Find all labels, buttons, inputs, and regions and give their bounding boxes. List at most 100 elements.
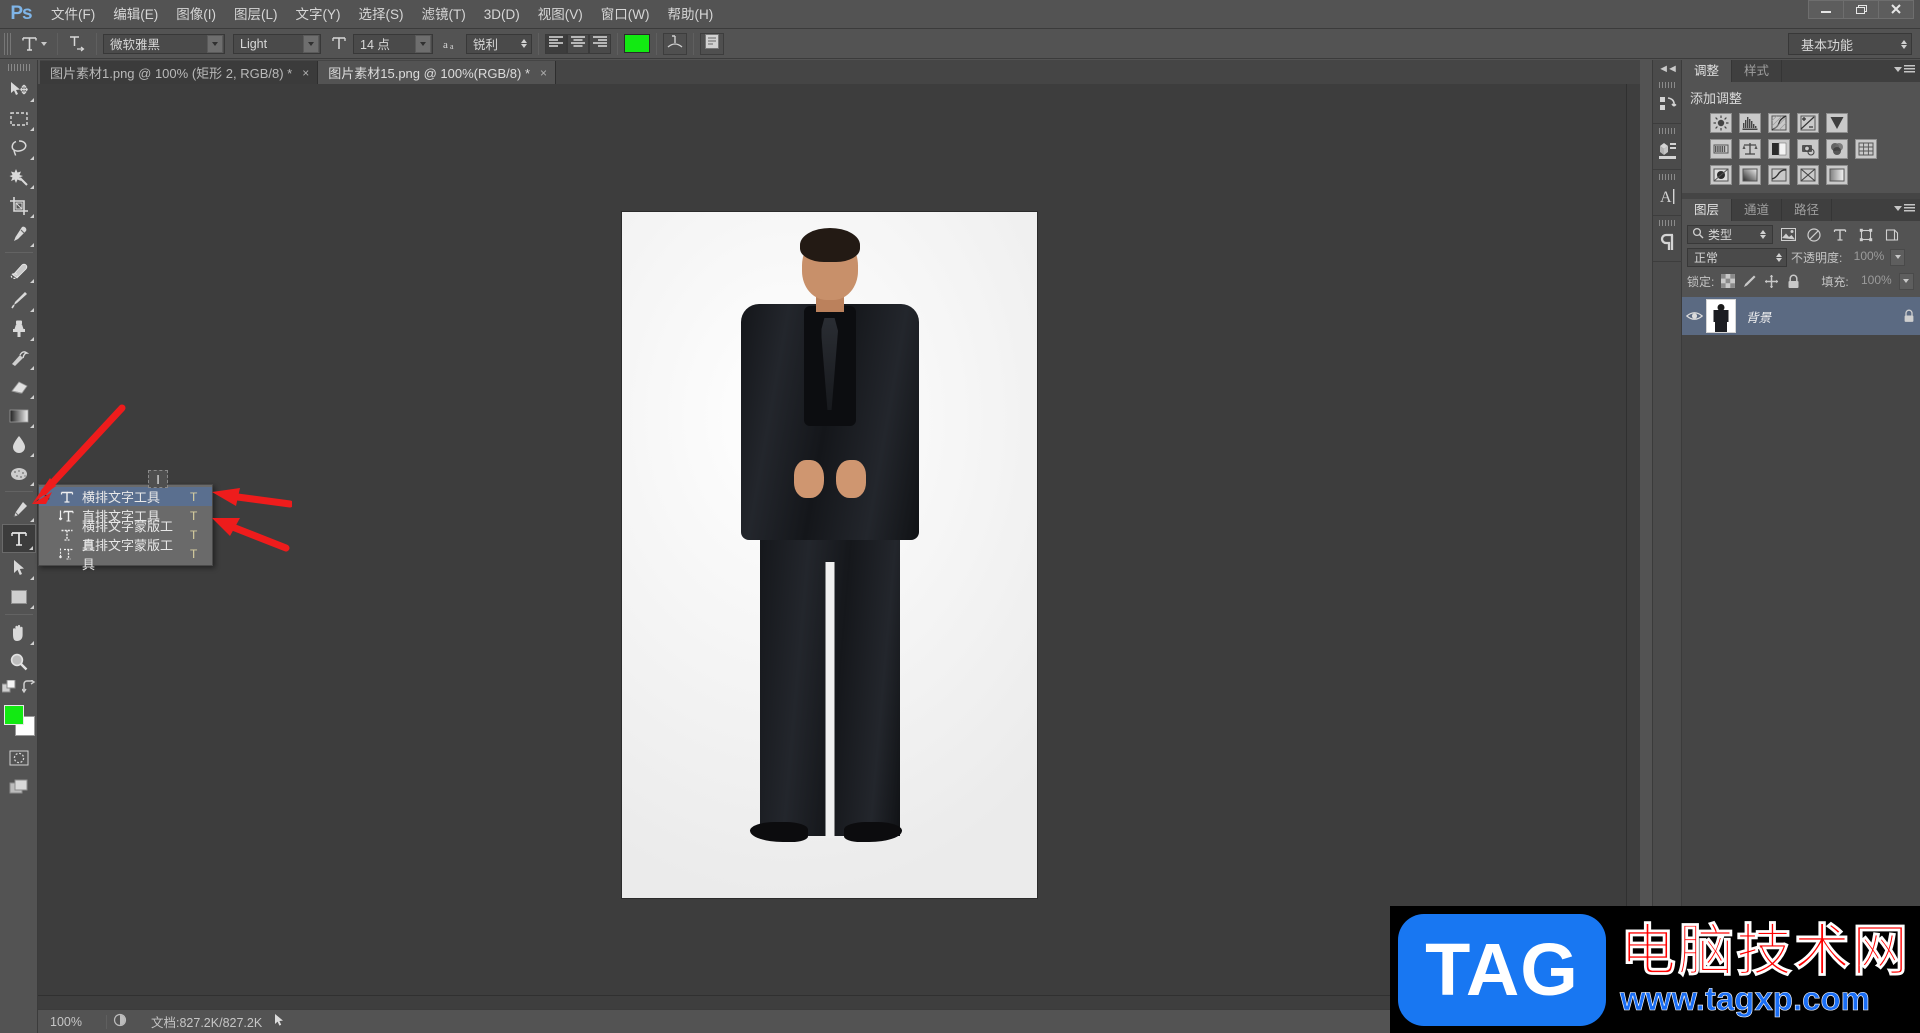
filter-shape-icon[interactable] <box>1855 225 1877 244</box>
screen-mode-button[interactable] <box>2 772 36 801</box>
collapse-to-icons-icon[interactable]: ◄◄ <box>1653 60 1681 78</box>
current-tool-preset[interactable] <box>17 34 51 54</box>
brush-tool[interactable] <box>2 285 36 314</box>
filter-smart-object-icon[interactable] <box>1881 225 1903 244</box>
layer-row-background[interactable]: 背景 <box>1682 297 1920 335</box>
tab-channels[interactable]: 通道 <box>1732 199 1783 221</box>
flyout-item-vertical-type-mask-tool[interactable]: 直排文字蒙版工具 T <box>39 538 212 572</box>
photo-filter-icon[interactable] <box>1797 139 1819 159</box>
anti-alias-stepper-icon[interactable] <box>521 39 527 48</box>
toggle-text-orientation-button[interactable] <box>64 34 90 54</box>
invert-icon[interactable] <box>1710 165 1732 185</box>
flyout-indicator-icon[interactable] <box>29 576 34 580</box>
dock-grip[interactable] <box>1659 174 1677 180</box>
lock-transparent-pixels-icon[interactable] <box>1719 273 1736 290</box>
layer-filter-type-select[interactable]: 类型 <box>1687 225 1773 244</box>
swap-colors-icon[interactable] <box>20 679 36 699</box>
menu-select[interactable]: 选择(S) <box>350 0 413 29</box>
font-style-select[interactable]: Light <box>233 33 321 54</box>
levels-icon[interactable] <box>1739 113 1761 133</box>
layer-visibility-toggle[interactable] <box>1682 310 1706 322</box>
options-bar-grip[interactable] <box>4 32 13 55</box>
align-right-button[interactable] <box>589 33 611 54</box>
dock-grip[interactable] <box>1659 220 1677 226</box>
close-icon[interactable] <box>1878 0 1914 19</box>
blur-tool[interactable] <box>2 430 36 459</box>
menu-edit[interactable]: 编辑(E) <box>104 0 167 29</box>
flyout-indicator-icon[interactable] <box>29 424 34 428</box>
dock-item-paragraph[interactable] <box>1653 216 1683 262</box>
layer-filter-stepper-icon[interactable] <box>1760 230 1766 239</box>
type-tool-flyout-menu[interactable]: ■ 横排文字工具 T 直排文字工具 T 横排文字蒙版工具 T 直排文字蒙版工具 … <box>38 484 213 572</box>
menu-layer[interactable]: 图层(L) <box>225 0 287 29</box>
text-color-swatch[interactable] <box>624 34 650 53</box>
document-canvas[interactable] <box>622 212 1037 898</box>
filter-pixel-icon[interactable] <box>1777 225 1799 244</box>
flyout-indicator-icon[interactable] <box>29 308 34 312</box>
lock-position-icon[interactable] <box>1763 273 1780 290</box>
align-center-button[interactable] <box>567 33 589 54</box>
exposure-icon[interactable] <box>1797 113 1819 133</box>
tab-paths[interactable]: 路径 <box>1782 199 1833 221</box>
eyedropper-tool[interactable] <box>2 220 36 249</box>
pen-tool[interactable] <box>2 495 36 524</box>
align-left-button[interactable] <box>545 33 567 54</box>
gradient-map-icon[interactable] <box>1797 165 1819 185</box>
lasso-tool[interactable] <box>2 133 36 162</box>
flyout-indicator-icon[interactable] <box>29 453 34 457</box>
dock-grip[interactable] <box>1659 128 1677 134</box>
menu-help[interactable]: 帮助(H) <box>658 0 722 29</box>
menu-3d[interactable]: 3D(D) <box>475 0 529 29</box>
menu-file[interactable]: 文件(F) <box>42 0 104 29</box>
tab-styles[interactable]: 样式 <box>1732 60 1783 82</box>
opacity-dropdown-icon[interactable] <box>1890 248 1906 266</box>
flyout-indicator-icon[interactable] <box>29 243 34 247</box>
dock-item-history[interactable] <box>1653 78 1683 124</box>
flyout-indicator-icon[interactable] <box>29 395 34 399</box>
flyout-indicator-icon[interactable] <box>29 518 34 522</box>
font-family-select[interactable]: 微软雅黑 <box>103 33 225 54</box>
font-size-dropdown-icon[interactable] <box>415 34 431 53</box>
flyout-indicator-icon[interactable] <box>29 214 34 218</box>
rectangular-marquee-tool[interactable] <box>2 104 36 133</box>
hand-tool[interactable] <box>2 618 36 647</box>
menu-view[interactable]: 视图(V) <box>529 0 592 29</box>
gradient-tool[interactable] <box>2 401 36 430</box>
font-family-dropdown-icon[interactable] <box>207 34 223 53</box>
menu-image[interactable]: 图像(I) <box>167 0 225 29</box>
default-colors-icon[interactable] <box>1 679 16 699</box>
dodge-tool[interactable] <box>2 459 36 488</box>
black-white-icon[interactable] <box>1768 139 1790 159</box>
layer-name[interactable]: 背景 <box>1736 307 1898 326</box>
filter-adjustment-icon[interactable] <box>1803 225 1825 244</box>
spot-healing-brush-tool[interactable] <box>2 256 36 285</box>
color-lookup-icon[interactable] <box>1855 139 1877 159</box>
flyout-indicator-icon[interactable] <box>29 98 34 102</box>
canvas-horizontal-scrollbar[interactable] <box>38 995 1626 1009</box>
flyout-indicator-icon[interactable] <box>29 127 34 131</box>
opacity-value[interactable]: 100% <box>1846 249 1886 266</box>
quick-mask-button[interactable] <box>2 743 36 772</box>
dock-grip[interactable] <box>1659 82 1677 88</box>
channel-mixer-icon[interactable] <box>1826 139 1848 159</box>
font-size-select[interactable]: 14 点 <box>353 33 433 54</box>
restore-icon[interactable] <box>1843 0 1879 19</box>
flyout-indicator-icon[interactable] <box>29 482 34 486</box>
hue-saturation-icon[interactable] <box>1710 139 1732 159</box>
history-brush-tool[interactable] <box>2 343 36 372</box>
lock-all-icon[interactable] <box>1785 273 1802 290</box>
path-selection-tool[interactable] <box>2 553 36 582</box>
magic-wand-tool[interactable] <box>2 162 36 191</box>
flyout-indicator-icon[interactable] <box>28 546 33 550</box>
layer-thumbnail[interactable] <box>1706 299 1736 333</box>
vibrance-icon[interactable] <box>1826 113 1848 133</box>
create-warped-text-button[interactable] <box>663 32 687 55</box>
menu-type[interactable]: 文字(Y) <box>287 0 350 29</box>
dock-item-character[interactable]: A <box>1653 170 1683 216</box>
adjustments-panel-menu-button[interactable] <box>1894 65 1915 74</box>
preview-icon[interactable] <box>113 1013 127 1030</box>
canvas-vertical-scrollbar[interactable] <box>1626 84 1640 995</box>
anti-alias-select[interactable]: 锐利 <box>466 33 532 54</box>
minimize-icon[interactable] <box>1808 0 1844 19</box>
fill-dropdown-icon[interactable] <box>1898 272 1914 290</box>
